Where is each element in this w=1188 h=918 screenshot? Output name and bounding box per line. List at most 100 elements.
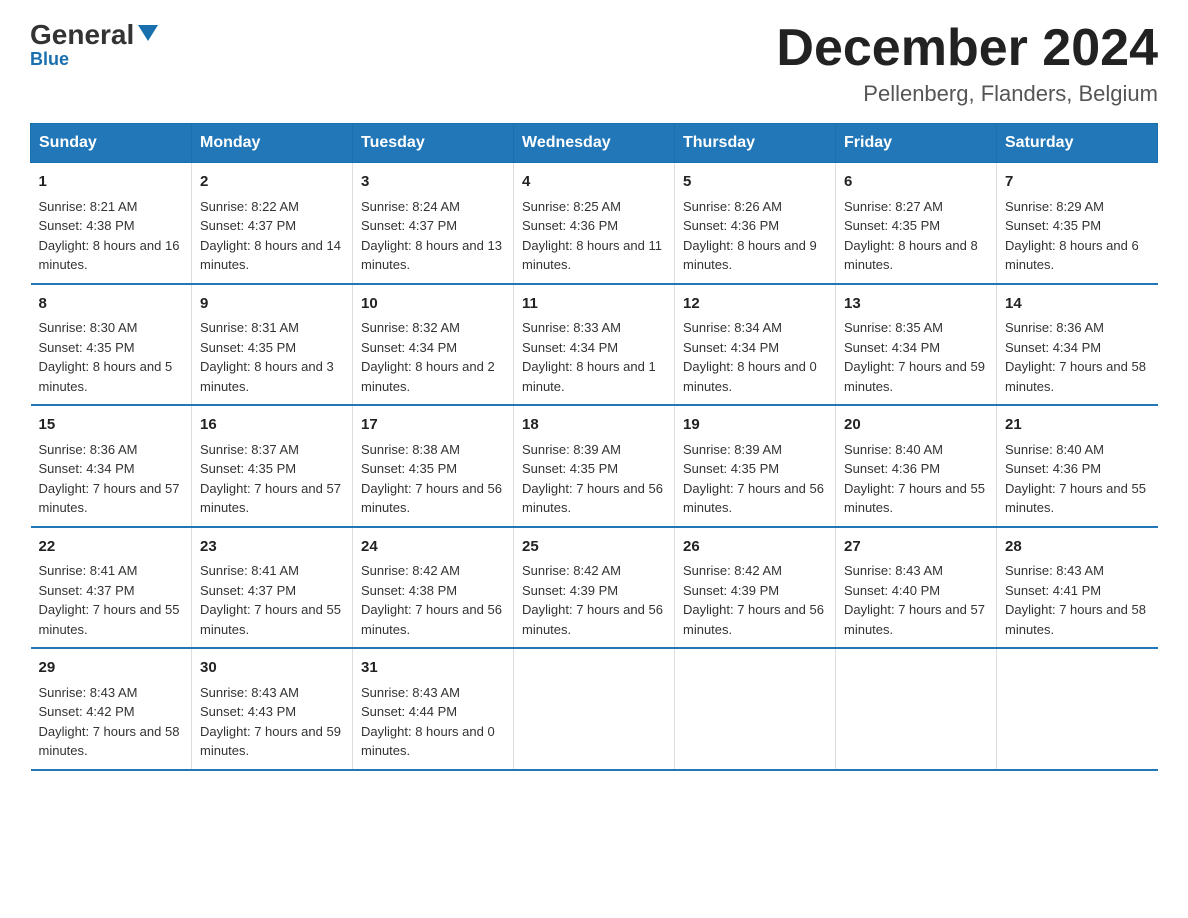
day-cell: 20 Sunrise: 8:40 AMSunset: 4:36 PMDaylig… xyxy=(836,405,997,527)
day-number: 15 xyxy=(39,414,184,437)
day-cell: 5 Sunrise: 8:26 AMSunset: 4:36 PMDayligh… xyxy=(675,163,836,284)
day-info: Sunrise: 8:41 AMSunset: 4:37 PMDaylight:… xyxy=(200,563,341,637)
day-cell: 29 Sunrise: 8:43 AMSunset: 4:42 PMDaylig… xyxy=(31,648,192,770)
day-info: Sunrise: 8:43 AMSunset: 4:43 PMDaylight:… xyxy=(200,685,341,759)
day-number: 16 xyxy=(200,414,344,437)
day-number: 11 xyxy=(522,293,666,316)
day-cell: 12 Sunrise: 8:34 AMSunset: 4:34 PMDaylig… xyxy=(675,284,836,406)
day-info: Sunrise: 8:30 AMSunset: 4:35 PMDaylight:… xyxy=(39,320,173,394)
week-row-4: 22 Sunrise: 8:41 AMSunset: 4:37 PMDaylig… xyxy=(31,527,1158,649)
day-info: Sunrise: 8:42 AMSunset: 4:39 PMDaylight:… xyxy=(683,563,824,637)
day-number: 25 xyxy=(522,536,666,559)
day-number: 22 xyxy=(39,536,184,559)
header-friday: Friday xyxy=(836,124,997,163)
day-cell: 1 Sunrise: 8:21 AMSunset: 4:38 PMDayligh… xyxy=(31,163,192,284)
day-cell: 18 Sunrise: 8:39 AMSunset: 4:35 PMDaylig… xyxy=(514,405,675,527)
week-row-1: 1 Sunrise: 8:21 AMSunset: 4:38 PMDayligh… xyxy=(31,163,1158,284)
logo-triangle-icon xyxy=(138,25,158,41)
day-cell: 4 Sunrise: 8:25 AMSunset: 4:36 PMDayligh… xyxy=(514,163,675,284)
day-number: 1 xyxy=(39,171,184,194)
day-cell: 2 Sunrise: 8:22 AMSunset: 4:37 PMDayligh… xyxy=(192,163,353,284)
day-info: Sunrise: 8:32 AMSunset: 4:34 PMDaylight:… xyxy=(361,320,495,394)
day-info: Sunrise: 8:34 AMSunset: 4:34 PMDaylight:… xyxy=(683,320,817,394)
day-cell: 31 Sunrise: 8:43 AMSunset: 4:44 PMDaylig… xyxy=(353,648,514,770)
day-number: 26 xyxy=(683,536,827,559)
week-row-5: 29 Sunrise: 8:43 AMSunset: 4:42 PMDaylig… xyxy=(31,648,1158,770)
logo-area: General Blue xyxy=(30,20,158,70)
day-number: 29 xyxy=(39,657,184,680)
day-number: 30 xyxy=(200,657,344,680)
day-number: 31 xyxy=(361,657,505,680)
day-cell: 21 Sunrise: 8:40 AMSunset: 4:36 PMDaylig… xyxy=(997,405,1158,527)
calendar-table: SundayMondayTuesdayWednesdayThursdayFrid… xyxy=(30,123,1158,771)
day-number: 2 xyxy=(200,171,344,194)
day-cell xyxy=(675,648,836,770)
day-info: Sunrise: 8:36 AMSunset: 4:34 PMDaylight:… xyxy=(39,442,180,516)
day-info: Sunrise: 8:25 AMSunset: 4:36 PMDaylight:… xyxy=(522,199,662,273)
day-cell: 27 Sunrise: 8:43 AMSunset: 4:40 PMDaylig… xyxy=(836,527,997,649)
day-info: Sunrise: 8:43 AMSunset: 4:40 PMDaylight:… xyxy=(844,563,985,637)
day-info: Sunrise: 8:29 AMSunset: 4:35 PMDaylight:… xyxy=(1005,199,1139,273)
location-title: Pellenberg, Flanders, Belgium xyxy=(776,81,1158,107)
day-cell: 24 Sunrise: 8:42 AMSunset: 4:38 PMDaylig… xyxy=(353,527,514,649)
header-monday: Monday xyxy=(192,124,353,163)
day-cell: 9 Sunrise: 8:31 AMSunset: 4:35 PMDayligh… xyxy=(192,284,353,406)
day-info: Sunrise: 8:37 AMSunset: 4:35 PMDaylight:… xyxy=(200,442,341,516)
day-number: 20 xyxy=(844,414,988,437)
day-info: Sunrise: 8:31 AMSunset: 4:35 PMDaylight:… xyxy=(200,320,334,394)
day-info: Sunrise: 8:38 AMSunset: 4:35 PMDaylight:… xyxy=(361,442,502,516)
day-info: Sunrise: 8:27 AMSunset: 4:35 PMDaylight:… xyxy=(844,199,978,273)
day-info: Sunrise: 8:42 AMSunset: 4:38 PMDaylight:… xyxy=(361,563,502,637)
day-info: Sunrise: 8:41 AMSunset: 4:37 PMDaylight:… xyxy=(39,563,180,637)
day-number: 27 xyxy=(844,536,988,559)
week-row-2: 8 Sunrise: 8:30 AMSunset: 4:35 PMDayligh… xyxy=(31,284,1158,406)
day-info: Sunrise: 8:43 AMSunset: 4:44 PMDaylight:… xyxy=(361,685,495,759)
day-number: 9 xyxy=(200,293,344,316)
day-cell: 28 Sunrise: 8:43 AMSunset: 4:41 PMDaylig… xyxy=(997,527,1158,649)
day-number: 17 xyxy=(361,414,505,437)
day-number: 10 xyxy=(361,293,505,316)
title-area: December 2024 Pellenberg, Flanders, Belg… xyxy=(776,20,1158,107)
day-info: Sunrise: 8:39 AMSunset: 4:35 PMDaylight:… xyxy=(683,442,824,516)
day-cell: 11 Sunrise: 8:33 AMSunset: 4:34 PMDaylig… xyxy=(514,284,675,406)
day-cell: 8 Sunrise: 8:30 AMSunset: 4:35 PMDayligh… xyxy=(31,284,192,406)
day-info: Sunrise: 8:26 AMSunset: 4:36 PMDaylight:… xyxy=(683,199,817,273)
day-number: 4 xyxy=(522,171,666,194)
day-cell: 17 Sunrise: 8:38 AMSunset: 4:35 PMDaylig… xyxy=(353,405,514,527)
day-cell: 10 Sunrise: 8:32 AMSunset: 4:34 PMDaylig… xyxy=(353,284,514,406)
month-year-title: December 2024 xyxy=(776,20,1158,77)
day-cell xyxy=(836,648,997,770)
day-number: 5 xyxy=(683,171,827,194)
header-tuesday: Tuesday xyxy=(353,124,514,163)
day-info: Sunrise: 8:35 AMSunset: 4:34 PMDaylight:… xyxy=(844,320,985,394)
day-cell: 3 Sunrise: 8:24 AMSunset: 4:37 PMDayligh… xyxy=(353,163,514,284)
day-info: Sunrise: 8:24 AMSunset: 4:37 PMDaylight:… xyxy=(361,199,502,273)
day-number: 23 xyxy=(200,536,344,559)
day-number: 3 xyxy=(361,171,505,194)
header-area: General Blue December 2024 Pellenberg, F… xyxy=(30,20,1158,107)
day-number: 28 xyxy=(1005,536,1150,559)
header-row: SundayMondayTuesdayWednesdayThursdayFrid… xyxy=(31,124,1158,163)
day-cell: 16 Sunrise: 8:37 AMSunset: 4:35 PMDaylig… xyxy=(192,405,353,527)
day-info: Sunrise: 8:43 AMSunset: 4:41 PMDaylight:… xyxy=(1005,563,1146,637)
day-cell: 26 Sunrise: 8:42 AMSunset: 4:39 PMDaylig… xyxy=(675,527,836,649)
day-info: Sunrise: 8:36 AMSunset: 4:34 PMDaylight:… xyxy=(1005,320,1146,394)
day-cell: 25 Sunrise: 8:42 AMSunset: 4:39 PMDaylig… xyxy=(514,527,675,649)
week-row-3: 15 Sunrise: 8:36 AMSunset: 4:34 PMDaylig… xyxy=(31,405,1158,527)
day-number: 7 xyxy=(1005,171,1150,194)
day-cell: 14 Sunrise: 8:36 AMSunset: 4:34 PMDaylig… xyxy=(997,284,1158,406)
day-number: 19 xyxy=(683,414,827,437)
day-cell: 6 Sunrise: 8:27 AMSunset: 4:35 PMDayligh… xyxy=(836,163,997,284)
day-cell: 13 Sunrise: 8:35 AMSunset: 4:34 PMDaylig… xyxy=(836,284,997,406)
day-number: 21 xyxy=(1005,414,1150,437)
day-cell: 7 Sunrise: 8:29 AMSunset: 4:35 PMDayligh… xyxy=(997,163,1158,284)
day-info: Sunrise: 8:39 AMSunset: 4:35 PMDaylight:… xyxy=(522,442,663,516)
day-cell: 23 Sunrise: 8:41 AMSunset: 4:37 PMDaylig… xyxy=(192,527,353,649)
day-cell: 19 Sunrise: 8:39 AMSunset: 4:35 PMDaylig… xyxy=(675,405,836,527)
day-cell: 30 Sunrise: 8:43 AMSunset: 4:43 PMDaylig… xyxy=(192,648,353,770)
day-number: 24 xyxy=(361,536,505,559)
calendar-header: SundayMondayTuesdayWednesdayThursdayFrid… xyxy=(31,124,1158,163)
day-number: 12 xyxy=(683,293,827,316)
day-number: 14 xyxy=(1005,293,1150,316)
day-info: Sunrise: 8:21 AMSunset: 4:38 PMDaylight:… xyxy=(39,199,180,273)
